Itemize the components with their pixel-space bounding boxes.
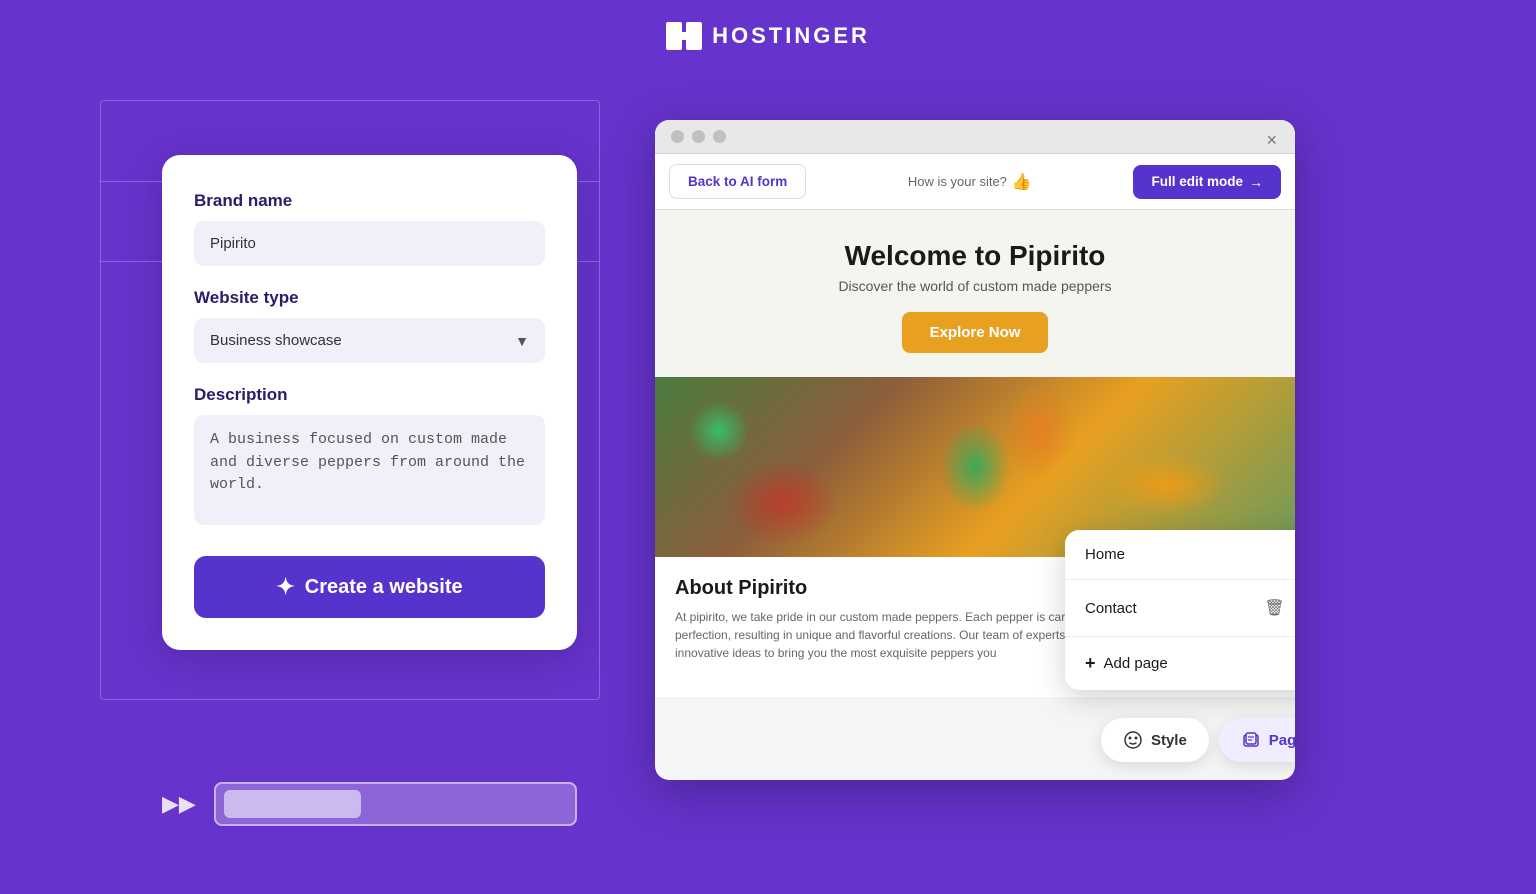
progress-fill [224, 790, 361, 818]
how-site-feedback: How is your site? 👍 [818, 172, 1121, 192]
delete-icon[interactable]: 🗑 [1262, 596, 1286, 620]
logo: HOSTINGER [666, 22, 870, 50]
contact-label: Contact [1085, 600, 1137, 617]
logo-text: HOSTINGER [712, 23, 870, 49]
arrow-right-icon: → [1249, 174, 1263, 190]
brand-name-label: Brand name [194, 191, 545, 211]
add-page-label: Add page [1104, 655, 1168, 672]
double-arrow-icon: ▶▶ [162, 791, 196, 817]
menu-item-contact-icons: 🗑 ⚙ [1262, 596, 1295, 620]
browser-dot-3 [713, 130, 726, 143]
explore-now-button[interactable]: Explore Now [902, 312, 1049, 353]
how-site-text: How is your site? [908, 174, 1007, 189]
left-form-panel: Brand name Website type Business showcas… [162, 155, 577, 650]
sparkle-icon: ✦ [276, 574, 294, 600]
pages-label: Pages [1269, 732, 1295, 749]
site-hero: Welcome to Pipirito Discover the world o… [655, 210, 1295, 377]
pages-button[interactable]: Pages [1219, 718, 1295, 762]
create-btn-label: Create a website [305, 576, 463, 599]
site-subtitle: Discover the world of custom made pepper… [675, 278, 1275, 294]
menu-item-contact[interactable]: Contact 🗑 ⚙ [1065, 580, 1295, 636]
home-label: Home [1085, 546, 1125, 563]
bottom-actions: Style Pages [1101, 718, 1295, 762]
browser-close-button[interactable]: × [1266, 130, 1277, 151]
context-menu: Home Contact 🗑 ⚙ + Add page [1065, 530, 1295, 690]
style-button[interactable]: Style [1101, 718, 1209, 762]
menu-item-home[interactable]: Home [1065, 530, 1295, 579]
browser-dot-2 [692, 130, 705, 143]
progress-bar [214, 782, 577, 826]
browser-topbar: × [655, 120, 1295, 154]
bottom-progress-area: ▶▶ [162, 782, 577, 826]
pages-icon [1241, 730, 1261, 750]
browser-toolbar: Back to AI form How is your site? 👍 Full… [655, 154, 1295, 210]
plus-icon: + [1085, 653, 1096, 674]
full-edit-button[interactable]: Full edit mode → [1133, 165, 1281, 199]
description-textarea[interactable]: A business focused on custom made and di… [194, 415, 545, 525]
header: HOSTINGER [0, 0, 1536, 68]
website-type-select[interactable]: Business showcase Portfolio Blog [194, 318, 545, 363]
add-page-item[interactable]: + Add page [1065, 637, 1295, 690]
thumbs-up-icon: 👍 [1012, 172, 1032, 192]
website-type-select-wrap: Business showcase Portfolio Blog ▼ [194, 318, 545, 363]
style-label: Style [1151, 732, 1187, 749]
browser-dot-1 [671, 130, 684, 143]
create-website-button[interactable]: ✦ Create a website [194, 556, 545, 618]
site-title: Welcome to Pipirito [675, 240, 1275, 272]
full-edit-label: Full edit mode [1151, 174, 1243, 189]
website-type-label: Website type [194, 288, 545, 308]
back-to-ai-button[interactable]: Back to AI form [669, 164, 806, 199]
hostinger-logo-icon [666, 22, 702, 50]
palette-icon [1123, 730, 1143, 750]
description-label: Description [194, 385, 545, 405]
browser-window: × Back to AI form How is your site? 👍 Fu… [655, 120, 1295, 780]
brand-name-input[interactable] [194, 221, 545, 266]
